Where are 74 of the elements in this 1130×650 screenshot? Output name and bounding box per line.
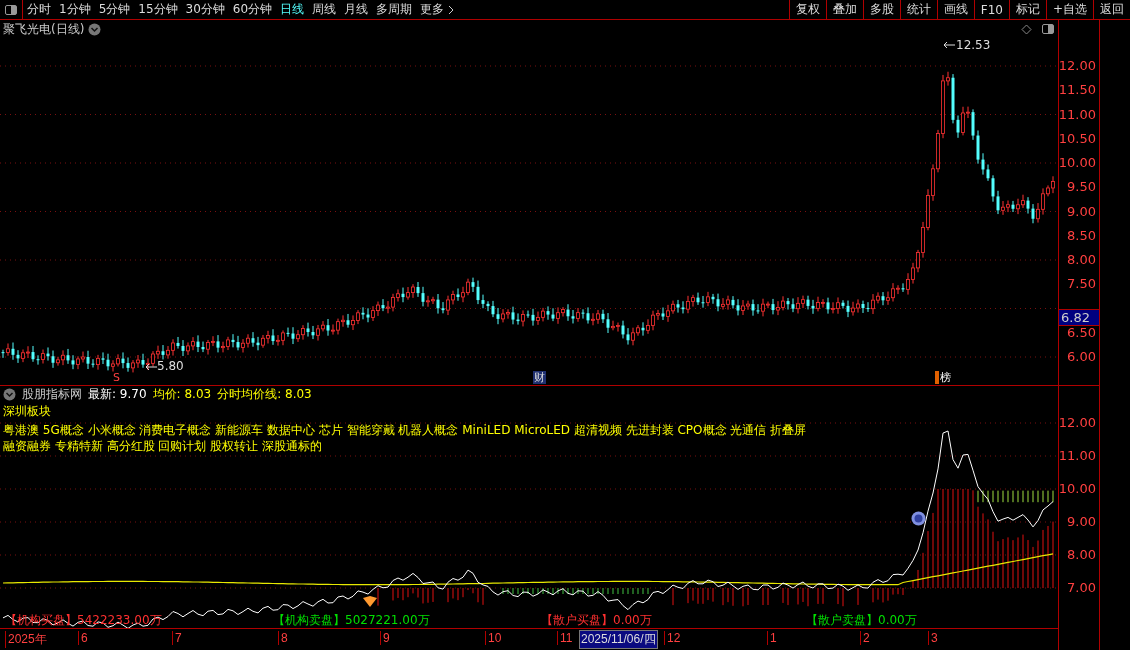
period-tab[interactable]: 1分钟 xyxy=(55,0,95,19)
period-tab[interactable]: 月线 xyxy=(340,0,373,19)
pointer-arrow-icon xyxy=(943,41,955,49)
toolbar-button[interactable]: 叠加 xyxy=(825,0,863,19)
axis-label: 12.00 xyxy=(1058,58,1096,73)
axis-label: 8.00 xyxy=(1067,252,1096,267)
flow-label: 【散户卖盘】0.00万 xyxy=(806,613,918,628)
toolbar-button[interactable]: 多股 xyxy=(862,0,900,19)
period-tab[interactable]: 日线 xyxy=(276,0,309,19)
period-tab[interactable]: 周线 xyxy=(308,0,341,19)
toolbar-button[interactable]: F10 xyxy=(973,0,1009,19)
period-tab[interactable]: 更多 xyxy=(416,0,460,19)
indicator-readout: 均价: 8.03 xyxy=(152,385,212,403)
dropdown-icon[interactable] xyxy=(3,387,16,401)
toolbar-button[interactable]: 画线 xyxy=(936,0,974,19)
period-tab[interactable]: 多周期 xyxy=(372,0,417,19)
concept-list: 粤港澳 5G概念 小米概念 消费电子概念 新能源车 数据中心 芯片 智能穿戴 机器人概念 MiniLED MicroLED 超清视频 先进封装 CPO概念 光通信 折叠屏 xyxy=(3,423,807,438)
low-price-label: 5.80 xyxy=(157,359,184,373)
circle-marker-icon xyxy=(911,511,926,526)
current-price-tag: 6.82 xyxy=(1059,309,1099,326)
axis-label: 9.00 xyxy=(1067,514,1096,529)
date-label: 1 xyxy=(767,631,777,645)
date-label: 11 xyxy=(557,631,573,645)
date-label: 7 xyxy=(172,631,182,645)
axis-label: 7.00 xyxy=(1067,580,1096,595)
toolbar-button[interactable]: 复权 xyxy=(788,0,826,19)
indicator-readout: 最新: 9.70 xyxy=(88,385,147,403)
sector-title: 深圳板块 xyxy=(3,404,52,419)
axis-label: 9.00 xyxy=(1067,203,1096,219)
event-marker[interactable]: 财 xyxy=(533,371,546,384)
high-price-label: 12.53 xyxy=(956,38,991,52)
toolbar-button[interactable]: +自选 xyxy=(1045,0,1093,19)
period-tab[interactable]: 15分钟 xyxy=(134,0,182,19)
period-tab[interactable]: 5分钟 xyxy=(94,0,135,19)
date-label: 8 xyxy=(278,631,288,645)
axis-label: 11.00 xyxy=(1058,448,1096,463)
axis-label: 9.50 xyxy=(1067,179,1096,195)
dropdown-icon[interactable] xyxy=(88,22,102,36)
indicator-readout: 分时均价线: 8.03 xyxy=(217,385,312,403)
concept-list: 融资融券 专精特新 高分红股 回购计划 股权转让 深股通标的 xyxy=(3,439,807,454)
axis-label: 12.00 xyxy=(1058,415,1096,430)
axis-label: 10.00 xyxy=(1058,481,1096,496)
axis-label: 8.50 xyxy=(1067,227,1096,243)
toolbar-button[interactable]: 返回 xyxy=(1093,0,1130,19)
date-label: 2025年 xyxy=(5,631,47,648)
flow-label: 【机构卖盘】5027221.00万 xyxy=(273,613,431,628)
axis-label: 10.00 xyxy=(1058,155,1096,170)
date-cursor: 2025/11/06/四 xyxy=(579,630,658,649)
date-label: 2 xyxy=(860,631,870,645)
axis-label: 6.50 xyxy=(1067,324,1096,340)
chevron-right-icon xyxy=(448,4,456,15)
date-label: 12 xyxy=(664,631,681,645)
diamond-icon xyxy=(363,596,377,607)
toolbar-button[interactable]: 统计 xyxy=(899,0,937,19)
pointer-arrow-icon xyxy=(145,363,157,371)
period-tab[interactable]: 分时 xyxy=(23,0,55,19)
axis-label: 7.50 xyxy=(1067,276,1096,292)
axis-label: 8.00 xyxy=(1067,547,1096,562)
date-label: 3 xyxy=(928,631,938,645)
axis-label: 11.50 xyxy=(1058,82,1096,98)
panel-toggle-icon[interactable] xyxy=(1042,24,1054,34)
period-tab[interactable]: 60分钟 xyxy=(228,0,277,19)
chart-title: 聚飞光电(日线) xyxy=(3,20,85,38)
axis-label: 11.00 xyxy=(1058,106,1096,122)
date-label: 10 xyxy=(485,631,502,645)
toolbar-button[interactable]: 标记 xyxy=(1008,0,1046,19)
period-tab[interactable]: 30分钟 xyxy=(181,0,229,19)
date-label: 9 xyxy=(380,631,390,645)
indicator-name: 股朋指标网 xyxy=(22,385,82,403)
axis-label: 6.00 xyxy=(1067,349,1096,364)
axis-label: 10.50 xyxy=(1058,130,1096,146)
date-label: 6 xyxy=(78,631,88,645)
event-marker[interactable]: S xyxy=(112,371,121,384)
flow-label: 【散户买盘】0.00万 xyxy=(541,613,653,628)
